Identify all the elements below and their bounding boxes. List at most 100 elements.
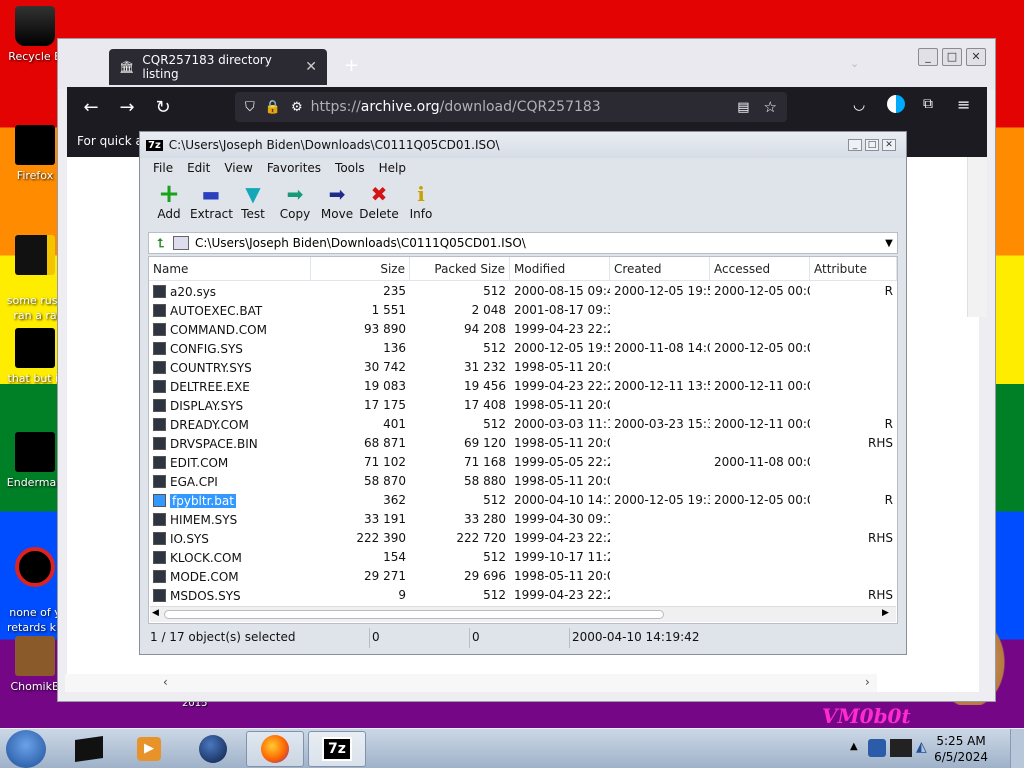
table-row[interactable]: MSDOS.SYS 9 512 1999-04-23 22:22 RHS xyxy=(149,586,897,605)
table-row[interactable]: DRVSPACE.BIN 68 871 69 120 1998-05-11 20:01… xyxy=(149,434,897,453)
scroll-right-icon[interactable]: › xyxy=(865,675,870,689)
table-row[interactable]: HIMEM.SYS 33 191 33 280 1999-04-30 09:10 xyxy=(149,510,897,529)
minimize-button[interactable]: _ xyxy=(918,48,938,66)
tab-active[interactable]: 🏛 CQR257183 directory listing ✕ xyxy=(109,49,327,85)
move-icon: ➡ xyxy=(328,182,346,206)
table-row[interactable]: DELTREE.EXE 19 083 19 456 1999-04-23 22:22 2… xyxy=(149,377,897,396)
show-hidden-icons-icon[interactable]: ▲ xyxy=(850,741,858,752)
chevron-down-icon[interactable]: ▼ xyxy=(881,238,897,249)
pocket-icon[interactable]: ◡ xyxy=(853,97,865,113)
scrollbar-thumb[interactable] xyxy=(164,610,664,619)
lock-icon[interactable]: 🔒 xyxy=(265,100,281,115)
menu-favorites[interactable]: Favorites xyxy=(260,159,328,179)
start-button[interactable] xyxy=(6,730,46,768)
taskbar-media-player[interactable]: ▶ xyxy=(120,731,178,767)
extensions-icon[interactable]: ⧉ xyxy=(923,96,933,112)
file-icon xyxy=(153,513,166,526)
tray-shield-icon[interactable] xyxy=(868,739,886,757)
shield-icon[interactable]: ⛉ xyxy=(245,100,255,115)
taskbar-app-1[interactable] xyxy=(60,731,118,767)
tray-app-icon[interactable] xyxy=(890,739,912,757)
maximize-button[interactable]: □ xyxy=(865,139,879,151)
menu-bar: File Edit View Favorites Tools Help xyxy=(146,159,413,179)
close-tab-icon[interactable]: ✕ xyxy=(305,59,317,75)
reader-view-icon[interactable]: ▤ xyxy=(737,100,749,115)
extract-button[interactable]: ▬ Extract xyxy=(190,181,233,229)
horizontal-scrollbar[interactable]: ‹ › xyxy=(65,674,877,692)
list-tabs-icon[interactable]: ⌄ xyxy=(850,57,859,70)
new-tab-button[interactable]: + xyxy=(344,55,359,76)
column-size[interactable]: Size xyxy=(311,257,410,280)
table-row[interactable]: DISPLAY.SYS 17 175 17 408 1998-05-11 20:01 xyxy=(149,396,897,415)
permissions-icon[interactable]: ⚙ xyxy=(291,100,303,115)
menu-file[interactable]: File xyxy=(146,159,180,179)
info-icon: i xyxy=(417,182,425,206)
test-button[interactable]: ▼ Test xyxy=(232,181,274,229)
table-row[interactable]: IO.SYS 222 390 222 720 1999-04-23 22:22 RHS xyxy=(149,529,897,548)
close-button[interactable]: ✕ xyxy=(966,48,986,66)
cell-packed-size: 71 168 xyxy=(464,455,506,469)
theme-icon[interactable] xyxy=(887,95,905,113)
cell-created xyxy=(610,301,710,320)
network-icon[interactable]: ◭ xyxy=(916,739,927,755)
scroll-right-icon[interactable]: ▶ xyxy=(882,608,889,618)
list-horizontal-scrollbar[interactable]: ◀ ▶ xyxy=(150,606,896,622)
menu-view[interactable]: View xyxy=(217,159,259,179)
table-row[interactable]: fpybltr.bat 362 512 2000-04-10 14:19 2000-12… xyxy=(149,491,897,510)
bookmark-star-icon[interactable]: ☆ xyxy=(764,98,777,116)
scroll-left-icon[interactable]: ◀ xyxy=(152,608,159,618)
hamster-icon xyxy=(15,636,55,676)
cell-size: 136 xyxy=(383,341,406,355)
column-attributes[interactable]: Attribute xyxy=(810,257,897,280)
vertical-scrollbar[interactable] xyxy=(967,157,987,317)
taskbar-firefox[interactable] xyxy=(246,731,304,767)
table-row[interactable]: KLOCK.COM 154 512 1999-10-17 11:26 xyxy=(149,548,897,567)
minimize-button[interactable]: _ xyxy=(848,139,862,151)
menu-tools[interactable]: Tools xyxy=(328,159,372,179)
url-text: https://archive.org/download/CQR257183 xyxy=(311,99,601,115)
menu-help[interactable]: Help xyxy=(372,159,413,179)
table-row[interactable]: EGA.CPI 58 870 58 880 1998-05-11 20:01 xyxy=(149,472,897,491)
path-input[interactable]: C:\Users\Joseph Biden\Downloads\C0111Q05… xyxy=(195,236,526,250)
back-icon[interactable]: ← xyxy=(73,97,109,118)
taskbar-app-3[interactable] xyxy=(184,731,242,767)
delete-button[interactable]: ✖ Delete xyxy=(358,181,400,229)
info-button[interactable]: i Info xyxy=(400,181,442,229)
forward-icon[interactable]: → xyxy=(109,97,145,118)
url-bar[interactable]: ⛉ 🔒 ⚙ https://archive.org/download/CQR25… xyxy=(235,92,787,122)
column-modified[interactable]: Modified xyxy=(510,257,610,280)
column-packed-size[interactable]: Packed Size xyxy=(410,257,510,280)
table-row[interactable]: COMMAND.COM 93 890 94 208 1999-04-23 22:22 xyxy=(149,320,897,339)
application-icon xyxy=(75,736,103,762)
scroll-left-icon[interactable]: ‹ xyxy=(163,675,168,689)
title-bar[interactable]: 7z C:\Users\Joseph Biden\Downloads\C0111… xyxy=(140,132,906,158)
cell-attributes xyxy=(810,548,897,567)
table-row[interactable]: EDIT.COM 71 102 71 168 1999-05-05 22:22 2000… xyxy=(149,453,897,472)
maximize-button[interactable]: □ xyxy=(942,48,962,66)
show-desktop-button[interactable] xyxy=(1010,729,1024,768)
add-button[interactable]: + Add xyxy=(148,181,190,229)
table-row[interactable]: COUNTRY.SYS 30 742 31 232 1998-05-11 20:01 xyxy=(149,358,897,377)
file-name: IO.SYS xyxy=(170,531,209,546)
cell-created: 2000-11-08 14:04 xyxy=(614,341,710,355)
table-row[interactable]: CONFIG.SYS 136 512 2000-12-05 19:52 2000-11-… xyxy=(149,339,897,358)
clock[interactable]: 5:25 AM 6/5/2024 xyxy=(934,733,988,765)
move-button[interactable]: ➡ Move xyxy=(316,181,358,229)
taskbar-7zip[interactable]: 7z xyxy=(308,731,366,767)
reload-icon[interactable]: ↻ xyxy=(145,97,181,118)
menu-edit[interactable]: Edit xyxy=(180,159,217,179)
column-accessed[interactable]: Accessed xyxy=(710,257,810,280)
table-row[interactable]: DREADY.COM 401 512 2000-03-03 11:19 2000-03-… xyxy=(149,415,897,434)
add-label: Add xyxy=(157,207,181,221)
document-icon xyxy=(15,328,55,368)
column-created[interactable]: Created xyxy=(610,257,710,280)
close-button[interactable]: ✕ xyxy=(882,139,896,151)
table-row[interactable]: AUTOEXEC.BAT 1 551 2 048 2001-08-17 09:36 xyxy=(149,301,897,320)
menu-icon[interactable]: ≡ xyxy=(957,95,970,114)
copy-button[interactable]: ➡ Copy xyxy=(274,181,316,229)
folder-up-icon[interactable]: ⮤ xyxy=(149,236,173,251)
cell-accessed xyxy=(710,301,810,320)
table-row[interactable]: MODE.COM 29 271 29 696 1998-05-11 20:01 xyxy=(149,567,897,586)
column-name[interactable]: Name xyxy=(149,257,311,280)
table-row[interactable]: a20.sys 235 512 2000-08-15 09:41 2000-12-05 … xyxy=(149,282,897,301)
